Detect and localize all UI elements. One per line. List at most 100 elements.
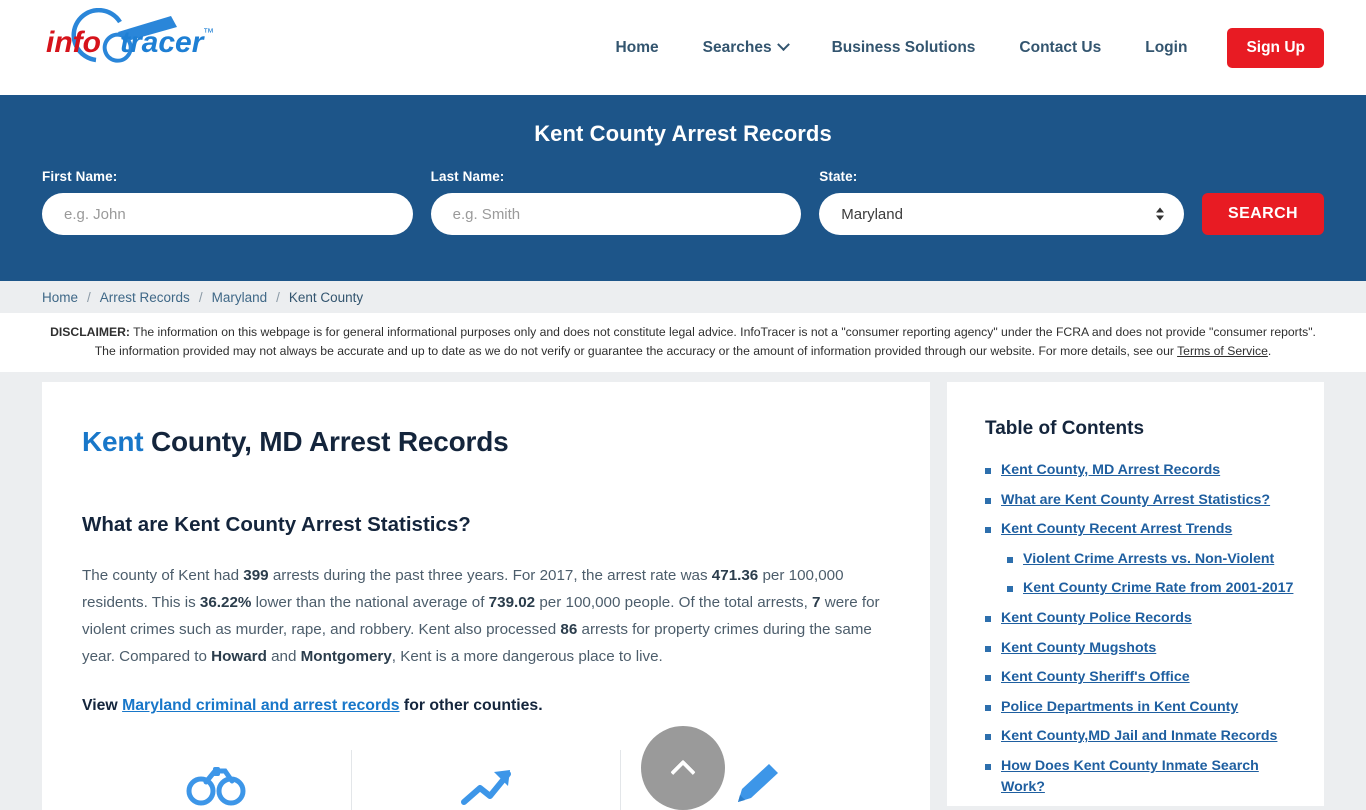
disclaimer-banner: DISCLAIMER: The information on this webp…: [0, 313, 1366, 373]
scroll-to-top-button[interactable]: [641, 726, 725, 810]
disclaimer-label: DISCLAIMER:: [50, 325, 130, 339]
stat-arrests-total: 399: [243, 567, 269, 585]
feature-icon-cell: [352, 750, 622, 810]
nav-item-searches[interactable]: Searches: [681, 38, 810, 57]
breadcrumb-separator: /: [198, 289, 203, 305]
search-band: Kent County Arrest Records First Name: L…: [0, 95, 1366, 281]
breadcrumb-item-home[interactable]: Home: [42, 290, 78, 305]
toc-item: What are Kent County Arrest Statistics?: [985, 490, 1296, 511]
state-select[interactable]: Maryland: [819, 193, 1184, 235]
text-fragment: The county of Kent had: [82, 567, 244, 585]
toc-title: Table of Contents: [985, 418, 1145, 440]
toc-item: How Does Kent County Inmate Search Work?: [985, 756, 1296, 797]
bullet-icon: [985, 764, 991, 771]
bullet-icon: [985, 468, 991, 475]
pen-icon: [737, 764, 778, 803]
text-fragment: lower than the national average of: [251, 594, 489, 612]
bullet-icon: [985, 704, 991, 711]
terms-of-service-link[interactable]: Terms of Service: [1177, 344, 1268, 358]
toc-link-crime-rate-2001-2017[interactable]: Kent County Crime Rate from 2001-2017: [1023, 578, 1293, 599]
chevron-down-icon: [776, 38, 790, 52]
bullet-icon: [985, 527, 991, 534]
nav-item-home[interactable]: Home: [594, 39, 681, 57]
text-fragment: arrests during the past three years. For…: [268, 567, 712, 585]
toc-subitem: Kent County Crime Rate from 2001-2017: [1007, 578, 1296, 599]
toc-item: Police Departments in Kent County: [985, 697, 1296, 718]
toc-link-inmate-search-work[interactable]: How Does Kent County Inmate Search Work?: [1001, 756, 1296, 797]
toc-link-police-records[interactable]: Kent County Police Records: [1001, 608, 1192, 629]
bullet-icon: [985, 675, 991, 682]
text-fragment: per 100,000 people. Of the total arrests…: [535, 594, 813, 612]
bullet-icon: [1007, 586, 1013, 593]
compare-county-howard: Howard: [211, 648, 267, 666]
state-field-group: State: Maryland: [819, 169, 1184, 235]
stat-property-arrests: 86: [560, 621, 578, 639]
stat-arrest-rate: 471.36: [711, 567, 759, 585]
toc-link-jail-and-inmate-records[interactable]: Kent County,MD Jail and Inmate Records: [1001, 726, 1277, 747]
nav-label: Business Solutions: [831, 38, 976, 56]
text-fragment: for other counties.: [399, 697, 543, 715]
main-article-card: Kent County, MD Arrest Records What are …: [42, 382, 930, 810]
chevron-up-icon: [670, 759, 696, 785]
trend-arrow-icon: [461, 770, 511, 806]
text-fragment: , Kent is a more dangerous place to live…: [391, 648, 663, 666]
toc-item: Kent County Recent Arrest Trends Violent…: [985, 519, 1296, 599]
nav-item-login[interactable]: Login: [1123, 39, 1209, 57]
maryland-records-link[interactable]: Maryland criminal and arrest records: [122, 697, 399, 714]
stat-percent-lower: 36.22%: [199, 594, 252, 612]
bullet-icon: [985, 616, 991, 623]
toc-link-police-departments[interactable]: Police Departments in Kent County: [1001, 697, 1238, 718]
feature-icon-cell: [82, 750, 352, 810]
stat-violent-arrests: 7: [812, 594, 821, 612]
main-navigation: Home Searches Business Solutions Contact…: [0, 0, 1366, 95]
nav-label: Login: [1145, 38, 1188, 56]
page-title-highlight: Kent: [82, 426, 144, 458]
nav-label: Contact Us: [1019, 38, 1102, 56]
toc-link-violent-vs-nonviolent[interactable]: Violent Crime Arrests vs. Non-Violent: [1023, 549, 1274, 570]
state-label: State:: [819, 169, 858, 184]
bullet-icon: [985, 497, 991, 504]
toc-item: Kent County,MD Jail and Inmate Records: [985, 726, 1296, 747]
bullet-icon: [1007, 556, 1013, 563]
toc-link-sheriffs-office[interactable]: Kent County Sheriff's Office: [1001, 667, 1190, 688]
search-form: First Name: Last Name: State: Maryland S…: [42, 169, 1324, 235]
page-banner-title: Kent County Arrest Records: [534, 121, 832, 146]
page-title: Kent County, MD Arrest Records: [82, 426, 890, 458]
toc-link-arrest-statistics[interactable]: What are Kent County Arrest Statistics?: [1001, 490, 1270, 511]
first-name-input[interactable]: [42, 193, 413, 235]
toc-link-kent-county-md-arrest-records[interactable]: Kent County, MD Arrest Records: [1001, 460, 1220, 481]
breadcrumb-separator: /: [87, 289, 91, 305]
toc-link-recent-arrest-trends[interactable]: Kent County Recent Arrest Trends: [1001, 519, 1232, 540]
breadcrumb-item-kent-county: Kent County: [288, 289, 364, 305]
bullet-icon: [985, 645, 991, 652]
nav-label: Home: [615, 38, 659, 56]
breadcrumb-item-arrest-records[interactable]: Arrest Records: [100, 290, 190, 305]
toc-item: Kent County Police Records: [985, 608, 1296, 629]
last-name-input[interactable]: [430, 193, 802, 235]
stat-national-average: 739.02: [488, 594, 536, 612]
last-name-label: Last Name:: [430, 169, 505, 184]
sign-up-button[interactable]: Sign Up: [1227, 27, 1324, 68]
toc-subitem: Violent Crime Arrests vs. Non-Violent: [1007, 549, 1296, 570]
breadcrumb-item-maryland[interactable]: Maryland: [212, 290, 268, 305]
nav-item-business-solutions[interactable]: Business Solutions: [810, 39, 998, 57]
search-button[interactable]: SEARCH: [1202, 193, 1324, 235]
statistics-paragraph: The county of Kent had 399 arrests durin…: [82, 562, 890, 670]
breadcrumb: Home / Arrest Records / Maryland / Kent …: [0, 281, 1366, 313]
nav-label: Searches: [702, 38, 772, 56]
toc-list: Kent County, MD Arrest Records What are …: [985, 460, 1296, 797]
text-fragment: View: [82, 697, 123, 715]
toc-item: Kent County Mugshots: [985, 638, 1296, 659]
bullet-icon: [985, 734, 991, 741]
handcuffs-icon: [186, 767, 246, 806]
first-name-label: First Name:: [42, 169, 118, 184]
section-heading-statistics: What are Kent County Arrest Statistics?: [82, 513, 471, 537]
last-name-field-group: Last Name:: [430, 169, 802, 235]
breadcrumb-separator: /: [276, 289, 280, 305]
first-name-field-group: First Name:: [42, 169, 413, 235]
page-title-rest: County, MD Arrest Records: [143, 426, 509, 458]
toc-link-mugshots[interactable]: Kent County Mugshots: [1001, 638, 1156, 659]
view-other-counties-line: View Maryland criminal and arrest record…: [82, 697, 890, 715]
disclaimer-text: The information on this webpage is for g…: [94, 325, 1316, 358]
nav-item-contact-us[interactable]: Contact Us: [997, 39, 1123, 57]
